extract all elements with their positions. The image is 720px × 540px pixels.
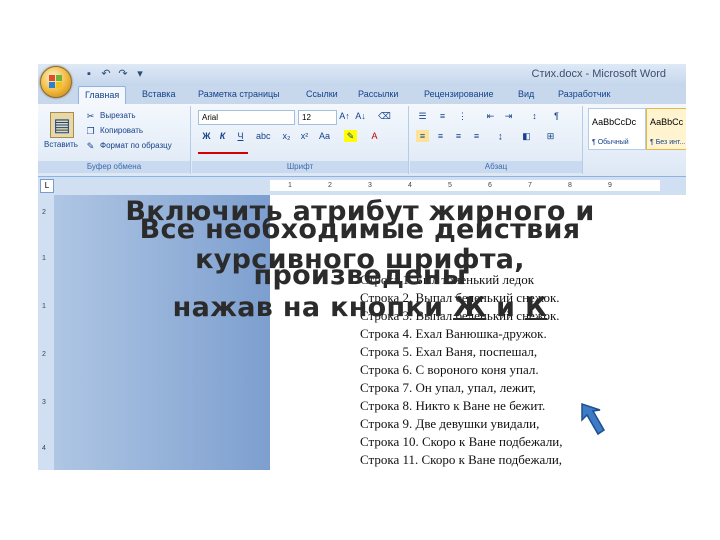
underline-button[interactable]: Ч xyxy=(234,130,247,142)
copy-button[interactable]: Копировать xyxy=(100,126,143,135)
ruler-tick: 2 xyxy=(328,182,332,189)
align-right-icon[interactable]: ≡ xyxy=(452,130,465,142)
shading-icon[interactable]: ◧ xyxy=(520,130,533,142)
customize-icon[interactable]: ▾ xyxy=(133,67,147,81)
cut-button[interactable]: Вырезать xyxy=(100,111,136,120)
ruler-tick: 4 xyxy=(42,445,46,452)
style-no-spacing[interactable]: АаBbCc ¶ Без инт... xyxy=(646,108,686,150)
copy-icon: ❐ xyxy=(86,126,95,136)
justify-icon[interactable]: ≡ xyxy=(470,130,483,142)
office-button[interactable] xyxy=(40,66,72,98)
font-group: Arial 12 A↑ A↓ ⌫ Ж К Ч abc x₂ x² Aa ✎ A … xyxy=(192,106,409,174)
italic-button[interactable]: К xyxy=(216,130,229,142)
ruler-tick: 2 xyxy=(42,351,46,358)
office-logo-icon xyxy=(49,75,63,89)
bullets-icon[interactable]: ☰ xyxy=(416,110,429,122)
font-size-box[interactable]: 12 xyxy=(298,110,337,125)
tab-home[interactable]: Главная xyxy=(78,86,127,104)
paste-button[interactable]: Вставить xyxy=(44,140,78,149)
tab-mailings[interactable]: Рассылки xyxy=(358,89,398,99)
undo-icon[interactable]: ↶ xyxy=(99,67,113,81)
clipboard-group-label: Буфер обмена xyxy=(38,161,190,173)
scissors-icon: ✂ xyxy=(86,111,95,121)
tab-developer[interactable]: Разработчик xyxy=(558,89,610,99)
doc-line: Строка 7. Он упал, упал, лежит, xyxy=(360,380,536,395)
tab-insert[interactable]: Вставка xyxy=(142,89,175,99)
paragraph-group-label: Абзац xyxy=(410,161,582,173)
clipboard-group: ▤ Вставить ✂ Вырезать ❐ Копировать ✎ Фор… xyxy=(38,106,191,174)
ruler-tick: 3 xyxy=(42,399,46,406)
tab-selector-icon[interactable]: L xyxy=(40,179,54,193)
window-title: Стих.docx - Microsoft Word xyxy=(531,68,666,80)
highlight-icon[interactable]: ✎ xyxy=(344,130,357,142)
ruler-tick: 4 xyxy=(408,182,412,189)
quick-access-toolbar: ▪ ↶ ↷ ▾ xyxy=(82,67,147,81)
document-background xyxy=(54,195,270,470)
doc-line: Строка 6. С вороного коня упал. xyxy=(360,362,539,377)
decrease-indent-icon[interactable]: ⇤ xyxy=(484,110,497,122)
numbering-icon[interactable]: ≡ xyxy=(436,110,449,122)
clear-format-icon[interactable]: ⌫ xyxy=(378,110,391,122)
style-normal-name: ¶ Обычный xyxy=(592,139,629,146)
style-no-spacing-name: ¶ Без инт... xyxy=(650,139,686,146)
style-no-spacing-sample: АаBbCc xyxy=(650,117,684,127)
font-name-box[interactable]: Arial xyxy=(198,110,295,125)
doc-line: Строка 2. Выпал беленький снежок. xyxy=(360,290,560,305)
doc-line: Строка 11. Скоро к Ване подбежали, xyxy=(360,452,563,467)
ruler-tick: 6 xyxy=(488,182,492,189)
tab-references[interactable]: Ссылки xyxy=(306,89,338,99)
doc-line: Строка 5. Ехал Ваня, поспешал, xyxy=(360,344,538,359)
doc-line: Строка 4. Ехал Ванюшка-дружок. xyxy=(360,326,547,341)
title-bar: ▪ ↶ ↷ ▾ Стих.docx - Microsoft Word xyxy=(38,64,686,87)
doc-line: Строка 3. Выпал беленький снежок. xyxy=(360,308,560,323)
pointer-arrow-icon xyxy=(581,402,606,436)
multilevel-list-icon[interactable]: ⋮ xyxy=(456,110,469,122)
horizontal-ruler[interactable]: L 1 2 3 4 5 6 7 8 9 xyxy=(38,177,686,196)
highlight-marker xyxy=(198,152,248,154)
doc-line: Строка 1. Был тоненький ледок xyxy=(360,272,535,287)
paste-icon[interactable]: ▤ xyxy=(50,112,74,138)
tab-review[interactable]: Рецензирование xyxy=(424,89,494,99)
sort-icon[interactable]: ↕ xyxy=(528,110,541,122)
grow-font-icon[interactable]: A↑ xyxy=(338,110,351,122)
superscript-icon[interactable]: x² xyxy=(298,130,311,142)
borders-icon[interactable]: ⊞ xyxy=(544,130,557,142)
shrink-font-icon[interactable]: A↓ xyxy=(354,110,367,122)
show-marks-icon[interactable]: ¶ xyxy=(550,110,563,122)
ruler-tick: 3 xyxy=(368,182,372,189)
subscript-icon[interactable]: x₂ xyxy=(280,130,293,142)
style-normal[interactable]: АаBbCcDc ¶ Обычный xyxy=(588,108,646,150)
ruler-tick: 1 xyxy=(42,303,46,310)
ruler-tick: 1 xyxy=(288,182,292,189)
doc-line: Строка 8. Никто к Ване не бежит. xyxy=(360,398,546,413)
ruler-tick: 1 xyxy=(42,255,46,262)
redo-icon[interactable]: ↷ xyxy=(116,67,130,81)
font-group-label: Шрифт xyxy=(192,161,408,173)
ribbon-tabs: Главная Вставка Разметка страницы Ссылки… xyxy=(38,86,686,104)
format-painter-icon: ✎ xyxy=(86,141,95,151)
paragraph-group: ☰ ≡ ⋮ ⇤ ⇥ ↕ ¶ ≡ ≡ ≡ ≡ ↨ ◧ ⊞ Абзац xyxy=(410,106,583,174)
doc-line: Строка 9. Две девушки увидали, xyxy=(360,416,540,431)
font-color-icon[interactable]: A xyxy=(368,130,381,142)
format-painter-button[interactable]: Формат по образцу xyxy=(100,141,172,150)
ribbon: ▤ Вставить ✂ Вырезать ❐ Копировать ✎ Фор… xyxy=(38,104,686,177)
ruler-tick: 8 xyxy=(568,182,572,189)
save-icon[interactable]: ▪ xyxy=(82,67,96,81)
align-center-icon[interactable]: ≡ xyxy=(434,130,447,142)
align-left-icon[interactable]: ≡ xyxy=(416,130,429,142)
change-case-icon[interactable]: Aa xyxy=(318,130,331,142)
strikethrough-icon[interactable]: abc xyxy=(256,130,271,142)
vertical-ruler[interactable]: 2 1 1 2 3 4 xyxy=(38,195,55,470)
doc-line: Строка 10. Скоро к Ване подбежали, xyxy=(360,434,563,449)
style-normal-sample: АаBbCcDc xyxy=(592,117,637,127)
bold-button[interactable]: Ж xyxy=(200,130,213,142)
ruler-tick: 7 xyxy=(528,182,532,189)
ruler-tick: 2 xyxy=(42,209,46,216)
increase-indent-icon[interactable]: ⇥ xyxy=(502,110,515,122)
ruler-tick: 5 xyxy=(448,182,452,189)
ruler-tick: 9 xyxy=(608,182,612,189)
tab-view[interactable]: Вид xyxy=(518,89,534,99)
tab-page-layout[interactable]: Разметка страницы xyxy=(198,89,280,99)
line-spacing-icon[interactable]: ↨ xyxy=(494,130,507,142)
